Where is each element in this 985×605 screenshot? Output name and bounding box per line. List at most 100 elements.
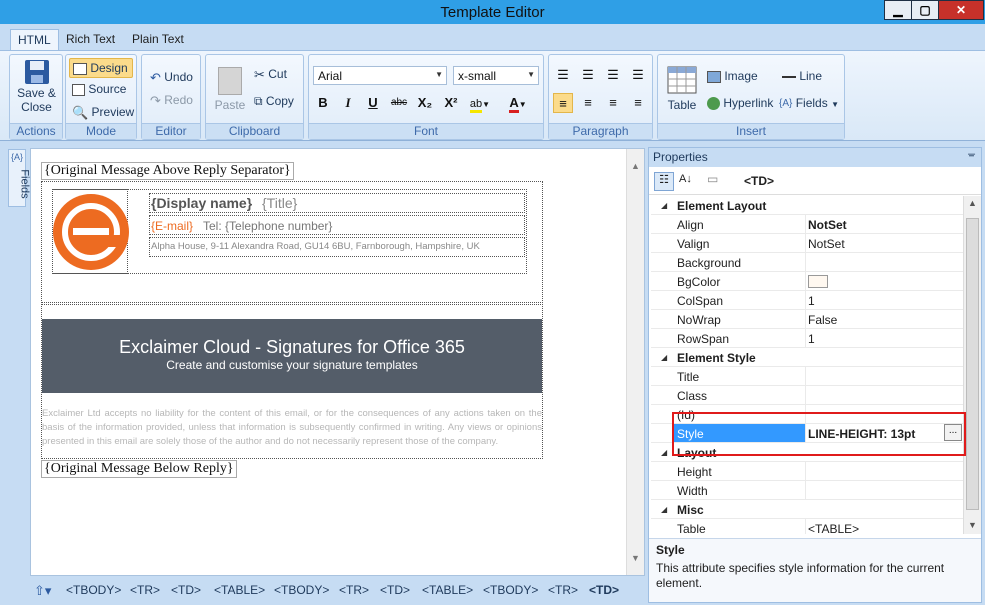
property-value[interactable]: False (808, 313, 837, 327)
address-text[interactable]: Alpha House, 9-11 Alexandra Road, GU14 6… (151, 241, 480, 252)
tag-item[interactable]: <TR> (548, 583, 578, 597)
telephone-field[interactable]: Tel: {Telephone number} (203, 219, 332, 233)
align-justify-icon[interactable]: ≡ (628, 93, 648, 113)
scroll-up-icon[interactable]: ▲ (968, 198, 977, 208)
font-family-select[interactable]: Arial ▼ (313, 66, 447, 85)
property-row[interactable]: Background (651, 253, 963, 272)
italic-button[interactable]: I (338, 93, 358, 113)
undo-button[interactable]: ↶ Undo (150, 70, 193, 86)
image-button[interactable]: Image (707, 69, 758, 83)
save-close-button[interactable]: Save & Close (14, 58, 59, 118)
property-pages-icon[interactable]: ▭ (707, 172, 718, 186)
property-row[interactable]: Table <TABLE> (651, 519, 963, 534)
property-value[interactable]: NotSet (808, 237, 845, 251)
bold-button[interactable]: B (313, 93, 333, 113)
fields-button[interactable]: {A} Fields ▼ (779, 96, 839, 110)
fields-panel-tab[interactable]: {A} Fields (8, 149, 31, 207)
expand-icon[interactable]: ◢ (661, 505, 667, 514)
property-value[interactable]: 1 (808, 332, 815, 346)
tag-item[interactable]: <TD> (380, 583, 410, 597)
promo-banner[interactable]: Exclaimer Cloud - Signatures for Office … (42, 319, 542, 393)
tag-item[interactable]: <TBODY> (274, 583, 329, 597)
highlight-button[interactable]: ab▼ (466, 93, 494, 113)
pin-icon[interactable]: ᚚ (968, 149, 975, 160)
below-separator[interactable]: {Original Message Below Reply} (41, 460, 237, 478)
tab-plain-text[interactable]: Plain Text (125, 29, 191, 50)
cut-button[interactable]: ✂ Cut (254, 67, 287, 83)
property-grid[interactable]: ◢ Element Layout Align NotSet Valign NotSet Ba… (651, 196, 963, 534)
line-button[interactable]: Line (782, 69, 822, 83)
property-value[interactable]: 1 (808, 294, 815, 308)
property-category[interactable]: ◢ Element Style (651, 348, 963, 367)
underline-button[interactable]: U (363, 93, 383, 113)
property-value[interactable]: <TABLE> (808, 522, 859, 534)
select-parent-icon[interactable]: ⇧▾ (34, 583, 51, 599)
email-field[interactable]: {E-mail} (151, 219, 193, 233)
properties-scrollbar[interactable]: ▲ ▼ (963, 196, 981, 534)
property-row[interactable]: NoWrap False (651, 310, 963, 329)
property-row[interactable]: Valign NotSet (651, 234, 963, 253)
table-button[interactable]: Table (664, 66, 700, 112)
disclaimer-text[interactable]: Exclaimer Ltd accepts no liability for t… (42, 407, 542, 455)
subscript-button[interactable]: X₂ (415, 93, 435, 113)
increase-indent-icon[interactable]: ☰ (628, 65, 648, 85)
expand-icon[interactable]: ◢ (661, 448, 667, 457)
minimize-button[interactable]: ▁ (884, 0, 912, 20)
property-value[interactable]: NotSet (808, 218, 847, 232)
above-separator[interactable]: {Original Message Above Reply Separator} (41, 162, 294, 180)
property-row[interactable]: Height (651, 462, 963, 481)
editor-scrollbar[interactable]: ▲ ▼ (626, 149, 644, 575)
align-center-icon[interactable]: ≡ (578, 93, 598, 113)
alphabetical-icon[interactable]: A↓ (679, 173, 692, 185)
property-category[interactable]: ◢ Element Layout (651, 196, 963, 215)
tag-item[interactable]: <TBODY> (66, 583, 121, 597)
scroll-up-icon[interactable]: ▲ (631, 161, 640, 171)
tag-item[interactable]: <TR> (339, 583, 369, 597)
strikethrough-button[interactable]: abc (389, 93, 409, 113)
color-swatch-icon[interactable] (808, 275, 828, 288)
scroll-down-icon[interactable]: ▼ (631, 553, 640, 563)
tab-rich-text[interactable]: Rich Text (59, 29, 122, 50)
title-field[interactable]: {Title} (262, 195, 297, 211)
expand-icon[interactable]: ◢ (661, 201, 667, 210)
tag-item[interactable]: <TBODY> (483, 583, 538, 597)
design-button[interactable]: Design (69, 58, 133, 78)
paste-button[interactable]: Paste (210, 67, 250, 112)
scroll-down-icon[interactable]: ▼ (968, 520, 977, 530)
preview-button[interactable]: 🔍 Preview (72, 105, 134, 121)
property-row[interactable]: RowSpan 1 (651, 329, 963, 348)
tag-item[interactable]: <TR> (130, 583, 160, 597)
source-button[interactable]: Source (72, 82, 126, 96)
design-editor[interactable]: {Original Message Above Reply Separator}… (30, 148, 645, 576)
style-edit-button[interactable]: ... (944, 424, 962, 441)
hyperlink-button[interactable]: Hyperlink (707, 96, 773, 111)
font-color-button[interactable]: A▼ (502, 93, 534, 113)
tag-item[interactable]: <TABLE> (214, 583, 265, 597)
property-row[interactable]: BgColor (651, 272, 963, 291)
copy-button[interactable]: ⧉ Copy (254, 94, 294, 109)
maximize-button[interactable]: ▢ (911, 0, 939, 20)
scroll-thumb[interactable] (966, 218, 979, 510)
property-row[interactable]: Title (651, 367, 963, 386)
numbered-list-icon[interactable]: ☰ (553, 65, 573, 85)
property-category[interactable]: ◢ Misc (651, 500, 963, 519)
font-size-select[interactable]: x-small ▼ (453, 66, 539, 85)
categorized-icon[interactable]: ☷ (654, 172, 674, 191)
tab-html[interactable]: HTML (10, 29, 59, 50)
property-row[interactable]: Width (651, 481, 963, 500)
tag-item[interactable]: <TD> (171, 583, 201, 597)
tag-item[interactable]: <TABLE> (422, 583, 473, 597)
align-left-icon[interactable]: ≡ (553, 93, 573, 113)
superscript-button[interactable]: X² (441, 93, 461, 113)
redo-button[interactable]: ↷ Redo (150, 93, 193, 109)
bulleted-list-icon[interactable]: ☰ (578, 65, 598, 85)
expand-icon[interactable]: ◢ (661, 353, 667, 362)
align-right-icon[interactable]: ≡ (603, 93, 623, 113)
property-row[interactable]: ColSpan 1 (651, 291, 963, 310)
display-name-field[interactable]: {Display name} (151, 195, 252, 211)
tag-item-current[interactable]: <TD> (589, 583, 619, 597)
property-row[interactable]: Class (651, 386, 963, 405)
property-row[interactable]: Align NotSet (651, 215, 963, 234)
close-button[interactable]: ✕ (938, 0, 984, 20)
decrease-indent-icon[interactable]: ☰ (603, 65, 623, 85)
